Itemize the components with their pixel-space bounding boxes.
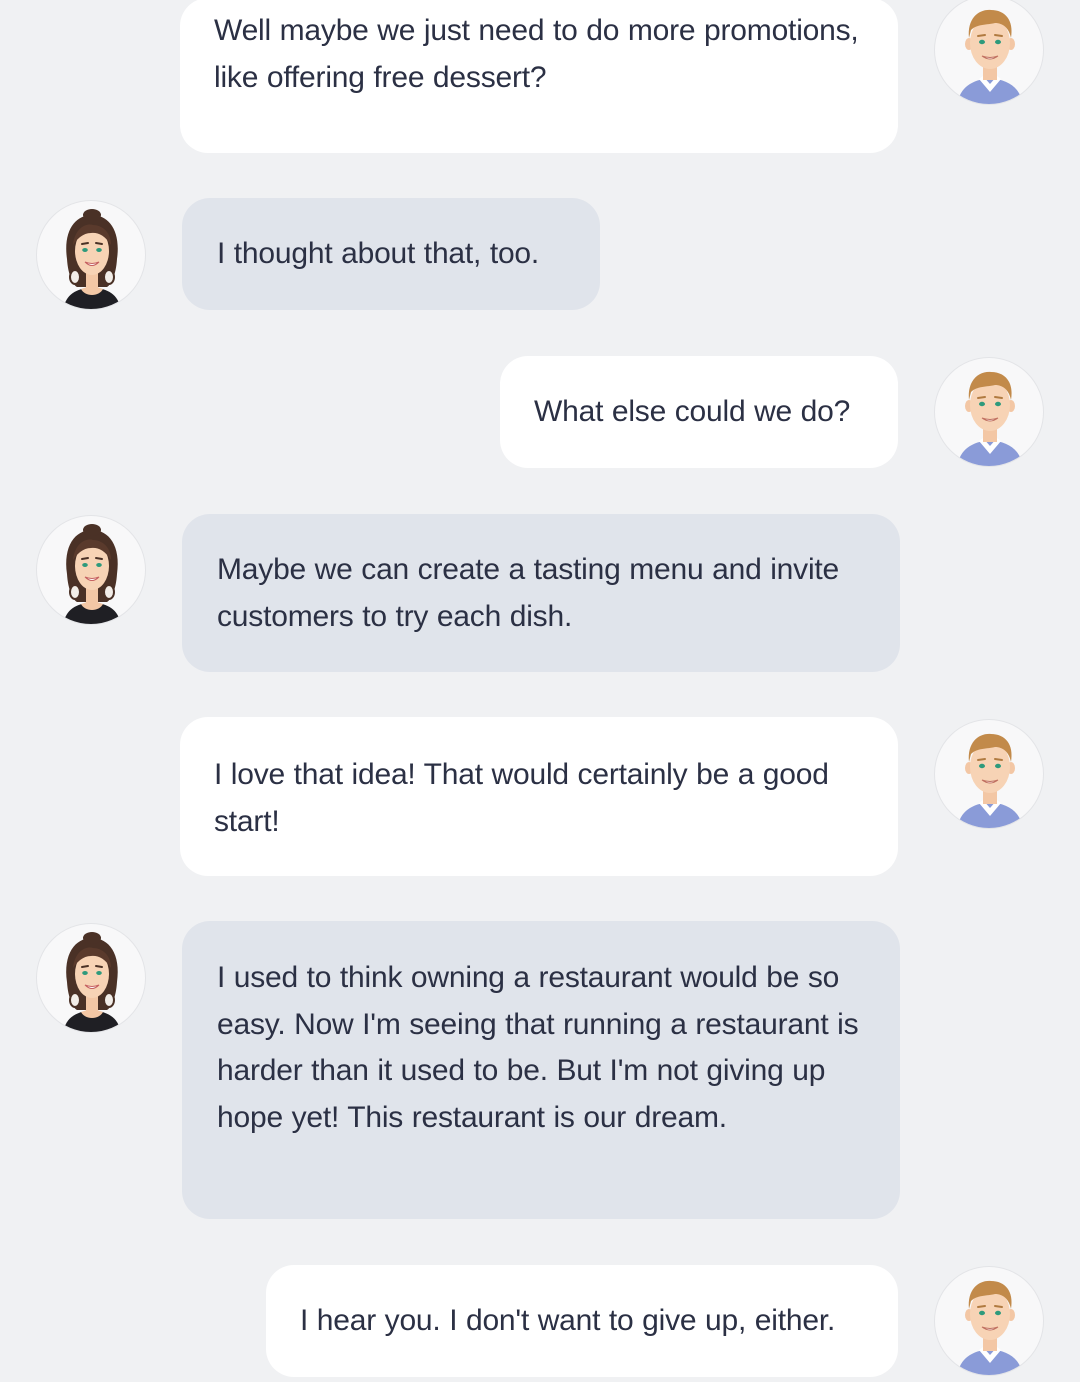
message-text: I thought about that, too. [217,237,540,270]
woman-avatar-icon [36,515,146,625]
chat-transcript: Well maybe we just need to do more promo… [0,0,1080,1382]
message-text: I hear you. I don't want to give up, eit… [300,1304,836,1337]
message-bubble: I hear you. I don't want to give up, eit… [266,1265,898,1377]
message-bubble: I love that idea! That would certainly b… [180,717,898,876]
message-bubble: Well maybe we just need to do more promo… [180,0,898,153]
message-text: Well maybe we just need to do more promo… [214,14,859,94]
message-text: Maybe we can create a tasting menu and i… [217,553,840,633]
man-avatar-icon [934,719,1044,829]
man-avatar-icon [934,1266,1044,1376]
message-text: What else could we do? [534,395,851,428]
message-bubble: What else could we do? [500,356,898,468]
message-text: I love that idea! That would certainly b… [214,758,829,838]
woman-avatar-icon [36,923,146,1033]
message-bubble: Maybe we can create a tasting menu and i… [182,514,900,672]
man-avatar-icon [934,0,1044,105]
woman-avatar-icon [36,200,146,310]
man-avatar-icon [934,357,1044,467]
message-bubble: I used to think owning a restaurant woul… [182,921,900,1219]
message-bubble: I thought about that, too. [182,198,600,310]
message-text: I used to think owning a restaurant woul… [217,961,859,1134]
